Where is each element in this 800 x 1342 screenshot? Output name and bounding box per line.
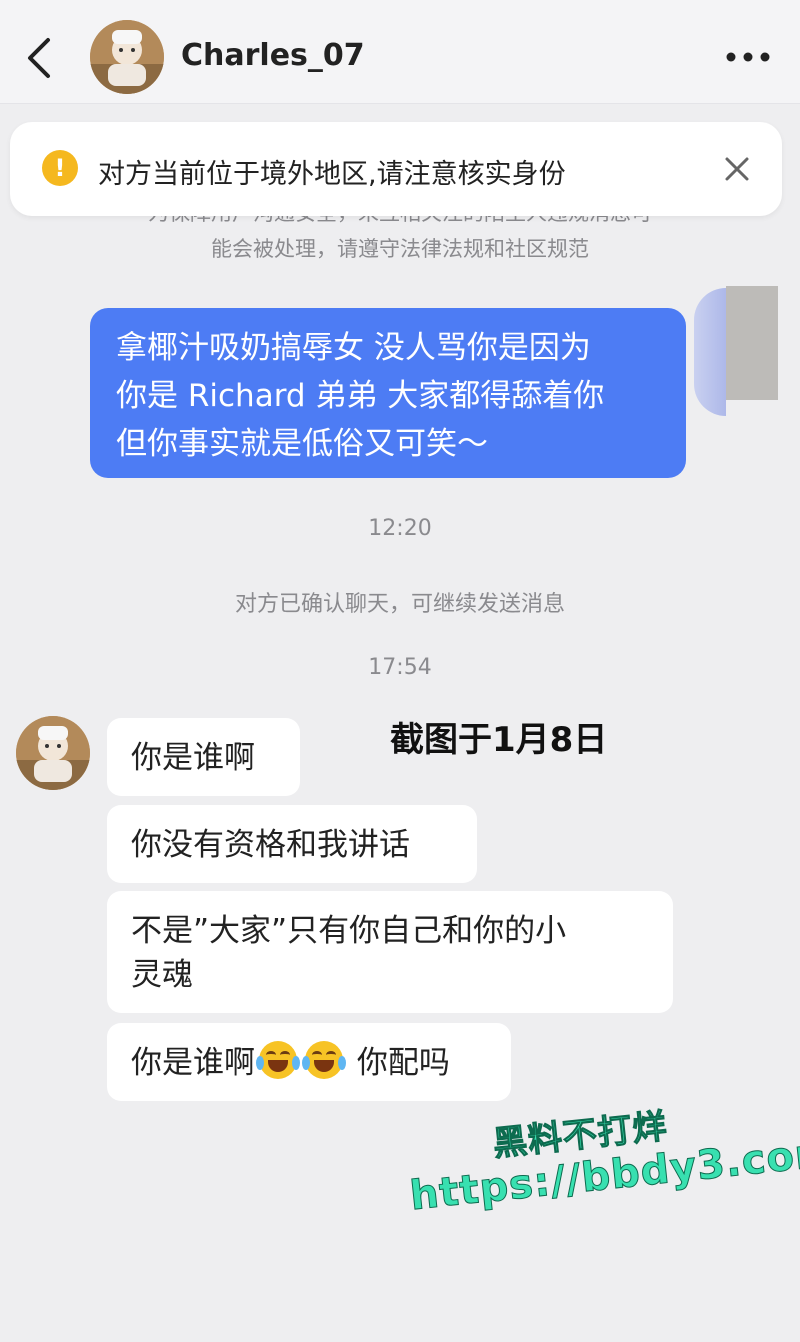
- system-message: 对方已确认聊天，可继续发送消息: [234, 592, 565, 617]
- chat-header: Charles_07: [0, 0, 800, 104]
- close-banner-button[interactable]: [722, 154, 752, 184]
- incoming-message-bubble[interactable]: 你是谁啊 你配吗: [107, 1023, 511, 1101]
- outgoing-message-line2: 你是 Richard 弟弟 大家都得舔着你: [116, 378, 605, 414]
- back-button[interactable]: [18, 36, 62, 80]
- timestamp: 17:54: [368, 655, 432, 680]
- chevron-left-icon: [28, 38, 50, 78]
- tears-of-joy-emoji-icon: [256, 1041, 300, 1079]
- tears-of-joy-emoji-icon: [302, 1041, 346, 1079]
- message-text: 你没有资格和我讲话: [131, 827, 410, 863]
- message-text: 你是谁啊: [131, 1045, 255, 1081]
- location-warning-text: 对方当前位于境外地区,请注意核实身份: [98, 159, 566, 190]
- censored-own-avatar: [688, 284, 780, 420]
- outgoing-message-line3: 但你事实就是低俗又可笑～: [116, 426, 488, 462]
- screenshot-date-annotation: 截图于1月8日: [390, 720, 608, 760]
- outgoing-message-line1: 拿椰汁吸奶搞辱女 没人骂你是因为: [116, 330, 591, 366]
- safety-notice-line2: 能会被处理，请遵守法律法规和社区规范: [211, 237, 589, 261]
- contact-avatar[interactable]: [90, 20, 164, 94]
- message-text: 你是谁啊: [131, 740, 255, 776]
- timestamp: 12:20: [368, 516, 432, 541]
- outgoing-message-bubble[interactable]: 拿椰汁吸奶搞辱女 没人骂你是因为 你是 Richard 弟弟 大家都得舔着你 但…: [90, 308, 686, 478]
- message-text-line1: 不是”大家”只有你自己和你的小: [131, 913, 567, 949]
- safety-notice: 为保障用户沟通安全，未互相关注的陌生人违规消息可 能会被处理，请遵守法律法规和社…: [100, 212, 700, 266]
- message-text: 你配吗: [347, 1045, 450, 1081]
- message-text-line2: 灵魂: [131, 957, 193, 993]
- watermark: 黑料不打烊 https://bbdy3.com: [402, 1079, 800, 1237]
- contact-avatar[interactable]: [16, 716, 90, 790]
- more-horizontal-icon: [726, 52, 770, 62]
- more-options-button[interactable]: [722, 42, 774, 72]
- incoming-message-bubble[interactable]: 你没有资格和我讲话: [107, 805, 477, 883]
- incoming-message-bubble[interactable]: 你是谁啊: [107, 718, 300, 796]
- incoming-message-bubble[interactable]: 不是”大家”只有你自己和你的小 灵魂: [107, 891, 673, 1013]
- warning-icon: !: [42, 150, 78, 186]
- contact-name[interactable]: Charles_07: [181, 38, 365, 73]
- close-icon: [725, 157, 749, 181]
